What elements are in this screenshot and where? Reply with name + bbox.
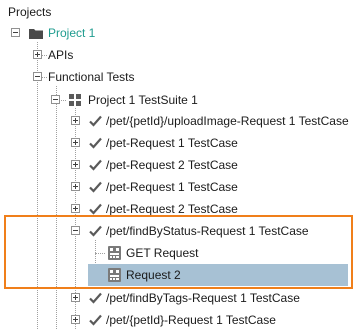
expand-icon[interactable]: [71, 293, 80, 302]
check-icon: [89, 225, 102, 237]
tree-item-request-label: GET Request: [126, 246, 199, 260]
expand-icon[interactable]: [71, 204, 80, 213]
tree-item-testcase[interactable]: /pet-Request 2 TestCase: [0, 154, 357, 176]
tree-item-testcase-label: /pet/findByTags-Request 1 TestCase: [106, 291, 300, 305]
request-icon: [108, 268, 121, 282]
panel-title-label: Projects: [8, 5, 52, 19]
tree-item-testcase-label: /pet-Request 2 TestCase: [106, 202, 238, 216]
tree-item-testcase-label: /pet/{petId}-Request 1 TestCase: [106, 313, 276, 327]
tree-item-testcase-label: /pet-Request 1 TestCase: [106, 136, 238, 150]
tree-item-testcase[interactable]: /pet/{petId}/uploadImage-Request 1 TestC…: [0, 110, 357, 132]
check-icon: [89, 203, 102, 215]
tree-item-testcase-label: /pet-Request 1 TestCase: [106, 180, 238, 194]
collapse-icon[interactable]: [71, 226, 80, 235]
check-icon: [89, 159, 102, 171]
expand-icon[interactable]: [71, 138, 80, 147]
request-icon: [108, 246, 121, 260]
tree-item-testcase[interactable]: /pet/findByTags-Request 1 TestCase: [0, 287, 357, 309]
tree-item-project-label: Project 1: [48, 26, 96, 40]
collapse-icon[interactable]: [51, 95, 60, 104]
expand-icon[interactable]: [71, 160, 80, 169]
tree-item-functional-tests[interactable]: Functional Tests: [0, 66, 357, 88]
expand-icon[interactable]: [71, 182, 80, 191]
tree-item-request[interactable]: GET Request: [0, 242, 357, 264]
projects-panel: Projects Project 1 APIs Functional Tests…: [0, 0, 357, 329]
testsuite-icon: [69, 94, 81, 106]
check-icon: [89, 115, 102, 127]
expand-icon[interactable]: [71, 315, 80, 324]
check-icon: [89, 314, 102, 326]
tree-item-request-label: Request 2: [126, 268, 181, 282]
tree-item-apis-label: APIs: [48, 48, 74, 62]
tree-item-testcase[interactable]: /pet-Request 1 TestCase: [0, 176, 357, 198]
tree-item-request-selected[interactable]: Request 2: [0, 264, 357, 286]
tree-item-testsuite[interactable]: Project 1 TestSuite 1: [0, 89, 357, 111]
check-icon: [89, 137, 102, 149]
folder-icon: [29, 28, 43, 39]
tree-item-testsuite-label: Project 1 TestSuite 1: [88, 93, 198, 107]
tree-item-apis[interactable]: APIs: [0, 44, 357, 66]
check-icon: [89, 181, 102, 193]
collapse-icon[interactable]: [11, 28, 20, 37]
tree-item-testcase[interactable]: /pet-Request 2 TestCase: [0, 198, 357, 220]
expand-icon[interactable]: [71, 116, 80, 125]
expand-icon[interactable]: [33, 50, 42, 59]
check-icon: [89, 292, 102, 304]
tree-item-testcase-label: /pet/findByStatus-Request 1 TestCase: [106, 224, 309, 238]
tree-item-testcase-label: /pet-Request 2 TestCase: [106, 158, 238, 172]
tree-item-testcase-label: /pet/{petId}/uploadImage-Request 1 TestC…: [106, 114, 349, 128]
tree-item-testcase[interactable]: /pet/{petId}-Request 1 TestCase: [0, 309, 357, 329]
tree-item-testcase-expanded[interactable]: /pet/findByStatus-Request 1 TestCase: [0, 220, 357, 242]
tree-item-project[interactable]: Project 1: [0, 22, 357, 44]
collapse-icon[interactable]: [33, 72, 42, 81]
panel-title: Projects: [8, 1, 51, 23]
tree-item-functional-tests-label: Functional Tests: [48, 70, 135, 84]
tree-item-testcase[interactable]: /pet-Request 1 TestCase: [0, 132, 357, 154]
